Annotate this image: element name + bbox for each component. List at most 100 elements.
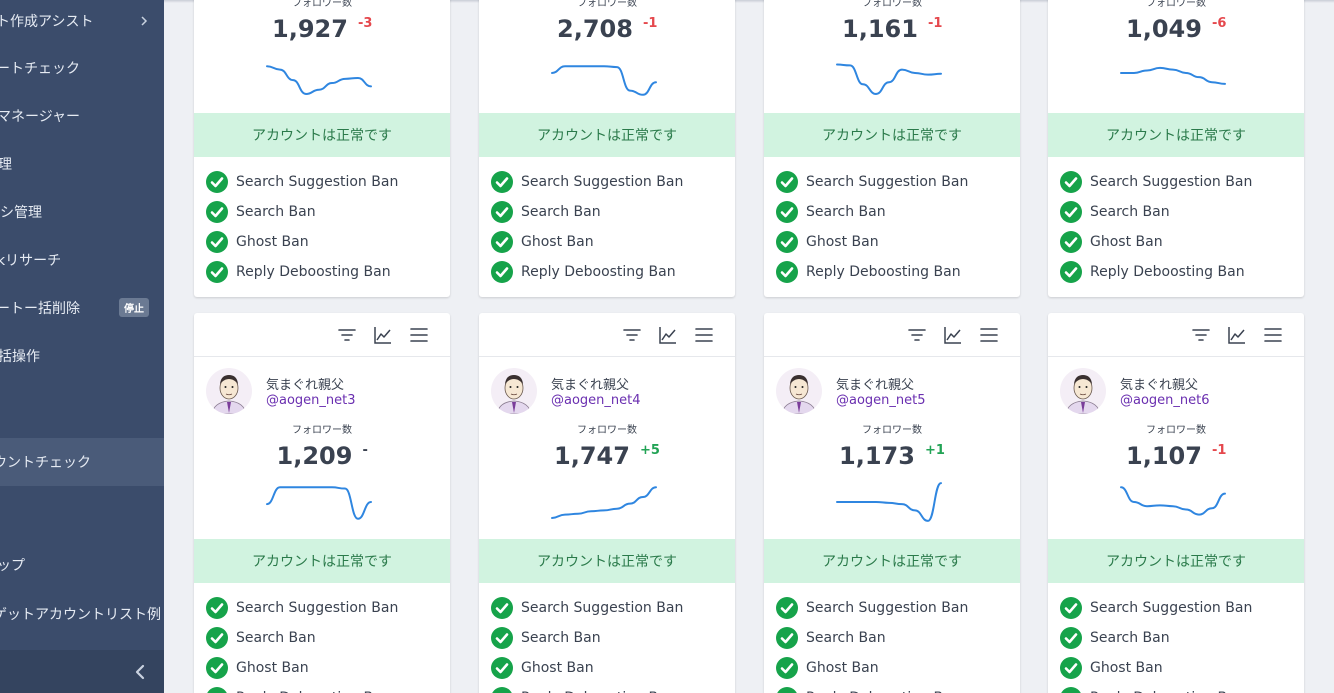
- ban-check-label: Ghost Ban: [521, 660, 594, 676]
- follower-label: フォロワー数: [862, 425, 922, 436]
- follower-delta: +5: [640, 443, 660, 458]
- check-circle-icon: [777, 687, 797, 693]
- account-name: 気まぐれ親父: [836, 378, 915, 393]
- status-badge: 停止: [119, 298, 149, 317]
- sidebar-item-research[interactable]: kリサーチ: [0, 236, 164, 284]
- account-handle-link[interactable]: @aogen_net5: [836, 393, 926, 408]
- sidebar-item-account-check[interactable]: ウントチェック: [0, 438, 164, 486]
- sparkline-path: [1120, 66, 1226, 85]
- sidebar-item-tweet-assist[interactable]: ート作成アシスト: [0, 0, 164, 45]
- ban-check-label: Search Ban: [1090, 630, 1170, 646]
- filter-icon[interactable]: [338, 326, 356, 344]
- sidebar-item-label: kリサーチ: [0, 253, 62, 269]
- ban-check-row: Search Suggestion Ban: [776, 170, 968, 194]
- sidebar: ート作成アシスト ートチェック マネージャー 理 キシ管理 kリサーチ ートー括…: [0, 0, 164, 693]
- account-card: 気まぐれ親父 @aogen_net6 フォロワー数 1,107 -1 アカウントは正常です…: [1048, 313, 1304, 693]
- avatar: [206, 368, 252, 414]
- check-circle-icon: [206, 597, 228, 619]
- check-circle-icon: [1060, 171, 1082, 193]
- ban-check-label: Ghost Ban: [521, 234, 594, 250]
- ban-check-label: Reply Deboosting Ban: [1090, 264, 1245, 280]
- sidebar-item-label: マネージャー: [0, 109, 81, 125]
- account-handle-link[interactable]: @aogen_net4: [551, 393, 641, 408]
- sparkline-path: [266, 486, 372, 520]
- account-name: 気まぐれ親父: [1120, 378, 1199, 393]
- check-circle-icon: [1060, 231, 1082, 253]
- filter-icon[interactable]: [908, 326, 926, 344]
- check-circle-icon: [491, 627, 513, 649]
- account-handle-link[interactable]: @aogen_net3: [266, 393, 356, 408]
- menu-icon[interactable]: [980, 326, 998, 344]
- ban-check-label: Search Ban: [521, 630, 601, 646]
- ban-check-row: Reply Deboosting Ban: [776, 260, 961, 284]
- ban-check-label: Ghost Ban: [806, 234, 879, 250]
- check-circle-icon: [491, 171, 513, 193]
- chart-line-icon[interactable]: [943, 326, 963, 344]
- follower-count: 1,173: [839, 442, 915, 470]
- check-circle-icon: [1060, 597, 1082, 619]
- sidebar-item-label: ップ: [0, 558, 25, 574]
- check-circle-icon: [776, 657, 798, 679]
- filter-icon[interactable]: [623, 326, 641, 344]
- menu-icon[interactable]: [695, 326, 713, 344]
- sidebar-item-target-list[interactable]: ゲットアカウントリスト例: [0, 590, 164, 638]
- chart-line-icon[interactable]: [658, 326, 678, 344]
- ban-check-label: Search Suggestion Ban: [236, 600, 399, 616]
- ban-check-label: Search Ban: [1090, 204, 1170, 220]
- follower-sparkline: [836, 482, 942, 522]
- sidebar-item-label: 理: [0, 157, 12, 173]
- ban-check-label: Ghost Ban: [236, 234, 309, 250]
- check-circle-icon: [492, 687, 512, 693]
- ban-check-row: Reply Deboosting Ban: [491, 260, 676, 284]
- follower-count: 1,107: [1126, 442, 1202, 470]
- ban-check-row: Reply Deboosting Ban: [776, 686, 961, 693]
- sidebar-item-management[interactable]: 理: [0, 140, 164, 188]
- chart-line-icon[interactable]: [1227, 326, 1247, 344]
- sparkline-path: [1120, 486, 1226, 516]
- follower-sparkline: [266, 486, 372, 520]
- account-name: 気まぐれ親父: [551, 378, 630, 393]
- account-status-banner: アカウントは正常です: [479, 539, 735, 583]
- sidebar-item-manager[interactable]: マネージャー: [0, 92, 164, 140]
- check-circle-icon: [491, 657, 513, 679]
- sidebar-item-proxy[interactable]: キシ管理: [0, 188, 164, 236]
- sidebar-item-map[interactable]: ップ: [0, 541, 164, 589]
- ban-check-row: Search Ban: [776, 626, 886, 650]
- account-status-banner: アカウントは正常です: [194, 539, 450, 583]
- sidebar-item-label: ゲットアカウントリスト例: [0, 607, 161, 623]
- account-status-banner: アカウントは正常です: [479, 113, 735, 157]
- ban-check-label: Search Suggestion Ban: [521, 600, 684, 616]
- sidebar-item-tweet-check[interactable]: ートチェック: [0, 44, 164, 92]
- ban-check-label: Search Ban: [806, 630, 886, 646]
- ban-check-row: Search Suggestion Ban: [206, 596, 398, 620]
- ban-check-row: Search Suggestion Ban: [491, 596, 683, 620]
- sidebar-item-label: 括操作: [0, 349, 40, 365]
- ban-check-row: Ghost Ban: [206, 656, 309, 680]
- follower-label: フォロワー数: [292, 0, 352, 9]
- check-circle-icon: [1061, 687, 1081, 693]
- account-handle-link[interactable]: @aogen_net6: [1120, 393, 1210, 408]
- sidebar-item-bulk-delete[interactable]: ートー括削除 停止: [0, 284, 164, 332]
- check-circle-icon: [207, 687, 227, 693]
- follower-delta: -6: [1212, 16, 1227, 31]
- ban-check-label: Search Suggestion Ban: [236, 174, 399, 190]
- ban-check-label: Reply Deboosting Ban: [521, 264, 676, 280]
- sidebar-item-label: ートチェック: [0, 61, 80, 77]
- check-circle-icon: [1060, 627, 1082, 649]
- ban-check-label: Search Suggestion Ban: [1090, 174, 1253, 190]
- check-circle-icon: [1060, 201, 1082, 223]
- menu-icon[interactable]: [410, 326, 428, 344]
- ban-check-row: Search Suggestion Ban: [1060, 170, 1252, 194]
- chart-line-icon[interactable]: [373, 326, 393, 344]
- sparkline-path: [551, 65, 657, 96]
- menu-icon[interactable]: [1264, 326, 1282, 344]
- sidebar-item-label: ウントチェック: [0, 455, 91, 471]
- check-circle-icon: [1060, 261, 1082, 283]
- follower-sparkline: [1120, 66, 1226, 85]
- filter-icon[interactable]: [1192, 326, 1210, 344]
- sidebar-item-bulk-operation[interactable]: 括操作: [0, 332, 164, 380]
- follower-label: フォロワー数: [862, 0, 922, 9]
- card-toolbar: [479, 313, 735, 357]
- follower-delta: -1: [1212, 443, 1227, 458]
- chevron-left-icon[interactable]: [132, 663, 148, 681]
